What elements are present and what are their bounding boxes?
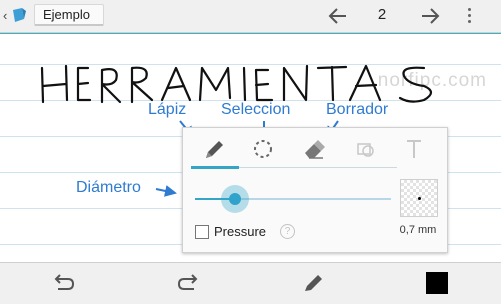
- app-logo-icon[interactable]: [11, 7, 28, 24]
- diameter-slider-thumb[interactable]: [228, 193, 241, 205]
- top-toolbar: ‹ Ejemplo 2: [0, 0, 501, 33]
- back-chevron-icon[interactable]: ‹: [3, 8, 7, 23]
- pen-icon[interactable]: [199, 136, 229, 162]
- pressure-checkbox[interactable]: [195, 225, 209, 239]
- page-number: 2: [377, 6, 387, 23]
- color-swatch[interactable]: [426, 272, 448, 294]
- shapes-icon[interactable]: [350, 136, 380, 162]
- annotation-lapiz: Lápiz: [148, 101, 187, 118]
- undo-icon[interactable]: [50, 271, 78, 295]
- prev-page-arrow-icon[interactable]: [326, 5, 350, 27]
- selection-lasso-icon[interactable]: [248, 136, 278, 162]
- bottom-toolbar: [0, 262, 501, 304]
- pressure-label[interactable]: Pressure: [214, 224, 266, 239]
- selected-tab-indicator: [191, 166, 239, 169]
- pen-icon[interactable]: [299, 271, 327, 295]
- stroke-preview-dot: [418, 197, 421, 200]
- tool-settings-popup: 0,7 mm Pressure ?: [182, 127, 448, 253]
- document-title-field[interactable]: Ejemplo: [34, 4, 104, 26]
- tab-divider: [239, 167, 397, 168]
- annotation-diametro: Diámetro: [76, 179, 141, 196]
- redo-icon[interactable]: [174, 271, 202, 295]
- annotation-seleccion: Seleccion: [221, 101, 291, 118]
- stroke-preview: [400, 179, 438, 217]
- help-icon[interactable]: ?: [280, 224, 295, 239]
- eraser-icon[interactable]: [299, 136, 329, 162]
- overflow-menu-icon[interactable]: [468, 8, 472, 26]
- annotation-borrador: Borrador: [326, 101, 389, 118]
- text-icon[interactable]: [399, 136, 429, 162]
- stroke-size-label: 0,7 mm: [399, 224, 437, 236]
- next-page-arrow-icon[interactable]: [418, 5, 442, 27]
